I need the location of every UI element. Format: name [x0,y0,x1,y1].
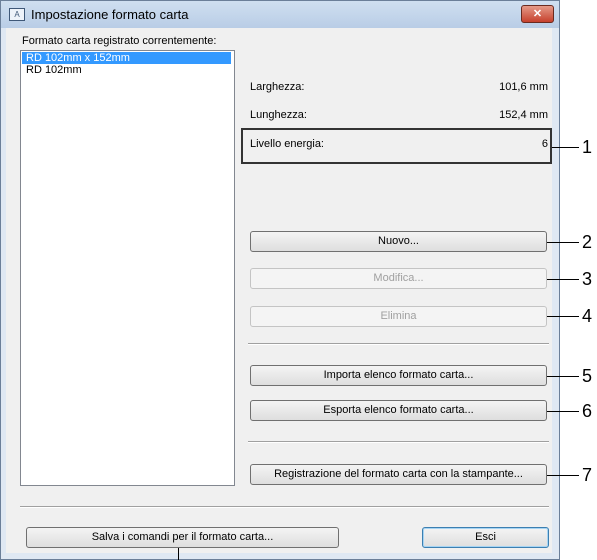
export-list-button[interactable]: Esporta elenco formato carta... [250,400,547,421]
list-item[interactable]: RD 102mm [22,64,231,76]
callout-leader [178,548,179,560]
callout-number: 6 [582,401,593,421]
callout-number: 7 [582,465,593,485]
printer-app-icon: A [9,8,25,21]
callout-number: 5 [582,366,593,386]
registered-sizes-label: Formato carta registrato correntemente: [22,35,217,47]
callout-leader [547,279,579,280]
callout-leader [547,376,579,377]
exit-button[interactable]: Esci [422,527,549,548]
separator [248,441,549,443]
callout-number: 1 [582,137,593,157]
separator [20,506,549,508]
energy-label: Livello energia: [250,138,324,150]
delete-button[interactable]: Elimina [250,306,547,327]
length-label: Lunghezza: [250,109,307,121]
callout-number: 2 [582,232,593,252]
list-item[interactable]: RD 102mm x 152mm [22,52,231,64]
width-label: Larghezza: [250,81,305,93]
window-title: Impostazione formato carta [31,7,189,22]
callout-number: 4 [582,306,593,326]
close-button[interactable]: ✕ [521,5,554,23]
title-bar: A Impostazione formato carta ✕ [1,1,559,28]
width-value: 101,6 mm [499,81,548,93]
callout-leader [547,242,579,243]
callout-leader [547,411,579,412]
callout-leader [552,147,579,148]
callout-leader [547,475,579,476]
energy-value: 6 [541,138,548,150]
callout-leader [547,316,579,317]
paper-size-list[interactable]: RD 102mm x 152mm RD 102mm [20,50,235,486]
length-value: 152,4 mm [499,109,548,121]
save-commands-button[interactable]: Salva i comandi per il formato carta... [26,527,339,548]
register-with-printer-button[interactable]: Registrazione del formato carta con la s… [250,464,547,485]
edit-button[interactable]: Modifica... [250,268,547,289]
new-button[interactable]: Nuovo... [250,231,547,252]
import-list-button[interactable]: Importa elenco formato carta... [250,365,547,386]
callout-number: 3 [582,269,593,289]
separator [248,343,549,345]
